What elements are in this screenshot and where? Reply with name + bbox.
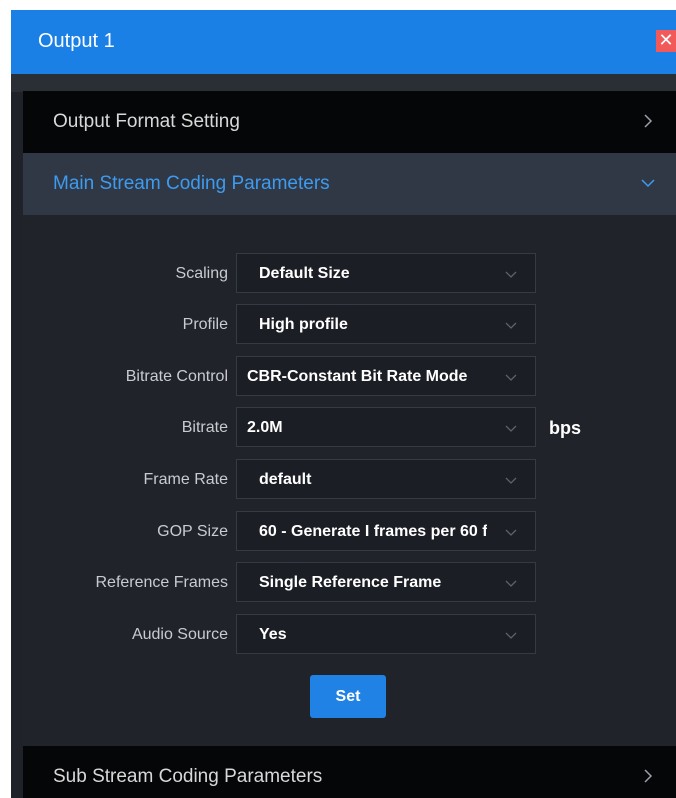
form-row-reference-frames: Reference Frames Single Reference Frame: [23, 562, 676, 604]
form-row-scaling: Scaling Default Size: [23, 253, 676, 295]
section-label: Output Format Setting: [53, 111, 240, 132]
chevron-down-icon: [505, 529, 517, 536]
section-sub-stream-coding-parameters[interactable]: Sub Stream Coding Parameters: [23, 746, 676, 798]
chevron-right-icon: [644, 114, 653, 128]
section-main-stream-coding-parameters[interactable]: Main Stream Coding Parameters: [23, 153, 676, 215]
select-value: High profile: [259, 316, 348, 333]
field-label: Bitrate: [181, 419, 228, 436]
reference-frames-select[interactable]: Single Reference Frame: [236, 562, 536, 602]
field-label: Audio Source: [131, 626, 228, 643]
section-output-format-setting[interactable]: Output Format Setting: [23, 91, 676, 153]
close-button[interactable]: ✕: [656, 30, 676, 52]
output-dialog: Output 1 ✕ Output Format Setting Main St…: [11, 10, 676, 798]
field-label: Frame Rate: [143, 471, 228, 488]
dialog-titlebar: Output 1 ✕: [11, 10, 676, 74]
chevron-down-icon: [505, 271, 517, 278]
gop-size-select[interactable]: 60 - Generate I frames per 60 frames: [236, 511, 536, 551]
select-value: Single Reference Frame: [259, 574, 442, 591]
section-label: Sub Stream Coding Parameters: [53, 766, 323, 787]
form-row-profile: Profile High profile: [23, 304, 676, 346]
select-value: Default Size: [259, 265, 350, 282]
chevron-down-icon: [505, 580, 517, 587]
bitrate-select[interactable]: 2.0M: [236, 407, 536, 447]
field-label: GOP Size: [157, 523, 228, 540]
chevron-down-icon: [505, 425, 517, 432]
dialog-title: Output 1: [38, 30, 115, 52]
main-stream-form: Scaling Default Size Profile High profil…: [23, 215, 676, 746]
section-label: Main Stream Coding Parameters: [53, 173, 330, 194]
audio-source-select[interactable]: Yes: [236, 614, 536, 654]
chevron-down-icon: [505, 632, 517, 639]
form-row-gop-size: GOP Size 60 - Generate I frames per 60 f…: [23, 511, 676, 553]
set-button[interactable]: Set: [310, 675, 386, 718]
form-row-audio-source: Audio Source Yes: [23, 614, 676, 656]
bitrate-control-select[interactable]: CBR-Constant Bit Rate Mode: [236, 356, 536, 396]
chevron-down-icon: [505, 374, 517, 381]
select-value: Yes: [259, 626, 287, 643]
profile-select[interactable]: High profile: [236, 304, 536, 344]
frame-rate-select[interactable]: default: [236, 459, 536, 499]
field-label: Profile: [182, 316, 228, 333]
select-value: 60 - Generate I frames per 60 frames: [259, 523, 487, 540]
form-row-frame-rate: Frame Rate default: [23, 459, 676, 501]
chevron-right-icon: [644, 769, 653, 783]
chevron-down-icon: [505, 477, 517, 484]
chevron-down-icon: [505, 322, 517, 329]
bitrate-unit: bps: [549, 418, 582, 438]
field-label: Bitrate Control: [125, 368, 228, 385]
chevron-down-icon: [641, 179, 655, 188]
field-label: Reference Frames: [95, 574, 229, 591]
titlebar-divider: [11, 74, 676, 92]
select-value: 2.0M: [247, 419, 283, 436]
form-row-bitrate-control: Bitrate Control CBR-Constant Bit Rate Mo…: [23, 356, 676, 398]
select-value: default: [259, 471, 312, 488]
scaling-select[interactable]: Default Size: [236, 253, 536, 293]
select-value: CBR-Constant Bit Rate Mode: [247, 368, 468, 385]
form-row-bitrate: Bitrate 2.0M bps: [23, 407, 676, 449]
field-label: Scaling: [175, 265, 228, 282]
